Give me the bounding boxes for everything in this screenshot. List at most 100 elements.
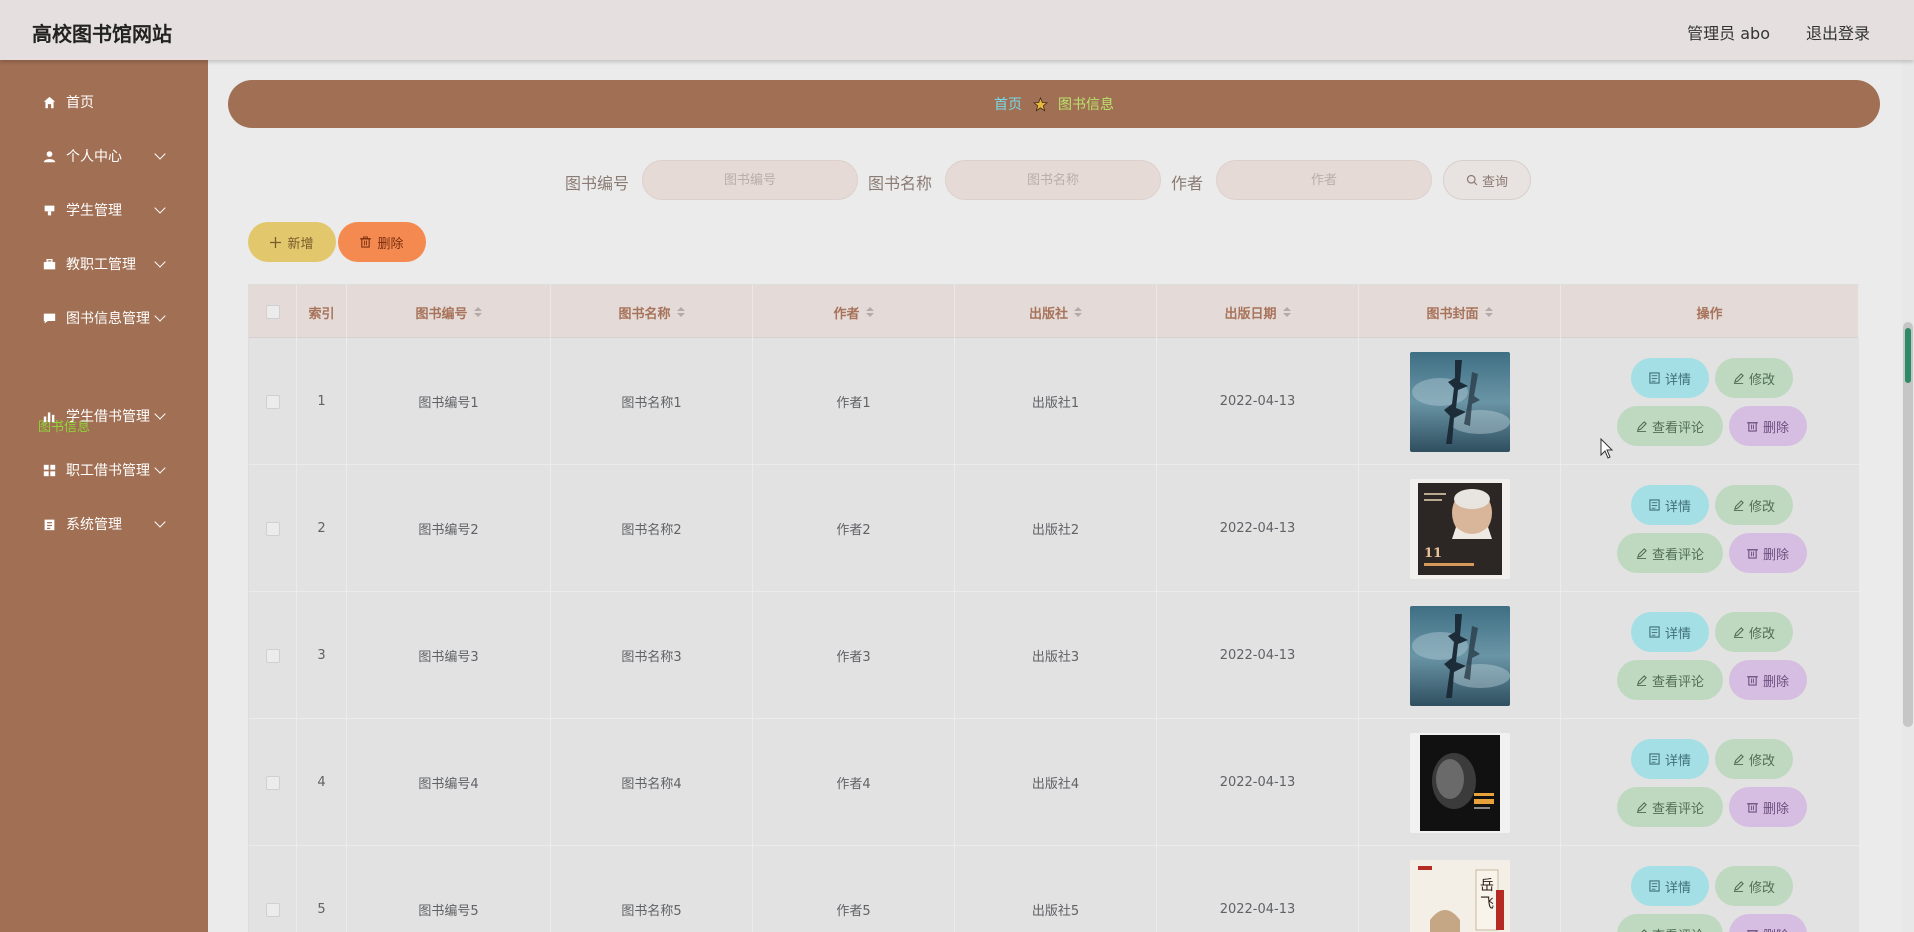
- cell-index-text: 5: [317, 902, 326, 917]
- cell-book-name-text: 图书名称4: [621, 777, 682, 792]
- column-header-publish-date[interactable]: 出版日期: [1157, 285, 1359, 339]
- view-comments-button[interactable]: 查看评论: [1617, 533, 1723, 573]
- sidebar-item-staff-borrow-management[interactable]: 职工借书管理: [0, 450, 208, 490]
- edit-button[interactable]: 修改: [1715, 739, 1793, 779]
- sort-icon[interactable]: [473, 307, 482, 317]
- select-all-checkbox[interactable]: [265, 305, 280, 319]
- sidebar-item-label: 图书信息管理: [66, 311, 150, 327]
- table-row: 5 图书编号5 图书名称5 作者5 出版社5 2022-04-13 岳飞 详情 修改 查看评…: [249, 846, 1859, 932]
- cell-publish-date: 2022-04-13: [1157, 592, 1359, 719]
- column-header-label: 操作: [1696, 306, 1723, 322]
- column-header-author[interactable]: 作者: [753, 285, 955, 339]
- detail-button[interactable]: 详情: [1631, 866, 1709, 906]
- trash-icon: [1746, 549, 1758, 559]
- delete-row-button-label: 删除: [1762, 801, 1789, 817]
- cell-book-no: 图书编号5: [347, 846, 551, 932]
- sidebar-item-book-info-management[interactable]: 图书信息管理: [0, 298, 208, 338]
- sort-icon[interactable]: [865, 307, 874, 317]
- search-input-book-no[interactable]: [642, 160, 858, 200]
- book-cover-image[interactable]: 11: [1409, 478, 1510, 579]
- mouse-cursor-icon: [1600, 438, 1614, 459]
- search-input-author[interactable]: [1216, 160, 1432, 200]
- page-scrollbar[interactable]: [1902, 60, 1914, 932]
- view-comments-button[interactable]: 查看评论: [1617, 406, 1723, 446]
- book-cover-image[interactable]: [1409, 605, 1510, 706]
- delete-row-button[interactable]: 删除: [1729, 533, 1807, 573]
- cell-author: 作者2: [753, 465, 955, 592]
- column-header-book-no[interactable]: 图书编号: [347, 285, 551, 339]
- delete-row-button[interactable]: 删除: [1729, 660, 1807, 700]
- chat-icon: [42, 311, 56, 325]
- view-comments-button-label: 查看评论: [1651, 547, 1704, 563]
- sort-icon[interactable]: [1074, 307, 1082, 317]
- row-checkbox[interactable]: [265, 648, 280, 663]
- sidebar-item-student-management[interactable]: 学生管理: [0, 190, 208, 230]
- table-row: 4 图书编号4 图书名称4 作者4 出版社4 2022-04-13 详情 修改 查看评论 …: [249, 719, 1859, 846]
- view-comments-button[interactable]: 查看评论: [1617, 914, 1723, 932]
- chevron-down-icon: [154, 148, 166, 160]
- cell-index-text: 3: [317, 648, 326, 663]
- column-header-publisher[interactable]: 出版社: [955, 285, 1157, 339]
- edit-button[interactable]: 修改: [1715, 485, 1793, 525]
- chevron-down-icon: [154, 408, 166, 420]
- cell-actions: 详情 修改 查看评论 删除: [1565, 719, 1859, 846]
- cell-cover: [1359, 719, 1561, 846]
- cell-author: 作者5: [753, 846, 955, 932]
- book-cover-image[interactable]: [1409, 732, 1510, 833]
- search-input-book-name[interactable]: [945, 160, 1161, 200]
- cell-book-no-text: 图书编号5: [418, 904, 479, 919]
- book-cover-image[interactable]: [1409, 351, 1510, 452]
- cell-select: [249, 719, 297, 846]
- pencil-icon: [1636, 547, 1647, 559]
- chevron-down-icon: [154, 310, 166, 322]
- delete-row-button[interactable]: 删除: [1729, 787, 1807, 827]
- pencil-icon: [1733, 372, 1744, 384]
- row-checkbox[interactable]: [265, 775, 280, 790]
- detail-button[interactable]: 详情: [1631, 358, 1709, 398]
- cell-publish-date-text: 2022-04-13: [1219, 394, 1296, 409]
- delete-row-button[interactable]: 删除: [1729, 914, 1807, 932]
- cell-index: 4: [297, 719, 347, 846]
- view-comments-button[interactable]: 查看评论: [1617, 787, 1723, 827]
- sort-icon[interactable]: [1282, 307, 1291, 317]
- column-header-cover[interactable]: 图书封面: [1359, 285, 1561, 339]
- row-checkbox[interactable]: [265, 521, 280, 536]
- sidebar-item-staff-management[interactable]: 教职工管理: [0, 244, 208, 284]
- sidebar-item-label: 个人中心: [66, 149, 122, 165]
- star-icon: [1032, 96, 1048, 112]
- detail-button[interactable]: 详情: [1631, 485, 1709, 525]
- edit-button[interactable]: 修改: [1715, 866, 1793, 906]
- search-button[interactable]: 查询: [1443, 160, 1531, 200]
- add-button[interactable]: 新增: [248, 222, 336, 262]
- logout-link[interactable]: 退出登录: [1806, 20, 1870, 44]
- detail-button[interactable]: 详情: [1631, 739, 1709, 779]
- column-header-book-name[interactable]: 图书名称: [551, 285, 753, 339]
- sidebar-item-student-borrow-management[interactable]: 学生借书管理: [0, 396, 208, 436]
- cell-select: [249, 465, 297, 592]
- view-comments-button-label: 查看评论: [1652, 925, 1704, 932]
- column-header-label: 出版社: [1028, 306, 1068, 322]
- top-header: 高校图书馆网站 管理员 abo 退出登录: [0, 0, 1914, 60]
- chevron-down-icon: [154, 462, 166, 474]
- column-header-label: 图书名称: [618, 306, 671, 322]
- cell-publish-date-text: 2022-04-13: [1219, 648, 1296, 663]
- book-cover-image[interactable]: 岳飞: [1409, 859, 1510, 932]
- row-checkbox[interactable]: [265, 394, 280, 409]
- delete-row-button[interactable]: 删除: [1729, 406, 1807, 446]
- sort-icon[interactable]: [1484, 307, 1493, 317]
- row-checkbox[interactable]: [265, 902, 280, 917]
- edit-button[interactable]: 修改: [1715, 612, 1793, 652]
- sidebar-item-system-management[interactable]: 系统管理: [0, 504, 208, 544]
- sidebar: 首页 个人中心 学生管理 教职工管理 图书信息管理 图书信息 学生借书管理 职工…: [0, 60, 208, 932]
- sidebar-item-home[interactable]: 首页: [0, 82, 208, 122]
- sort-icon[interactable]: [676, 307, 685, 317]
- cell-index: 1: [297, 338, 347, 465]
- view-comments-button[interactable]: 查看评论: [1617, 660, 1723, 700]
- breadcrumb-home-link[interactable]: 首页: [994, 94, 1022, 114]
- detail-button[interactable]: 详情: [1631, 612, 1709, 652]
- document-icon: [1649, 626, 1660, 638]
- batch-delete-button[interactable]: 删除: [338, 222, 426, 262]
- sidebar-item-personal-center[interactable]: 个人中心: [0, 136, 208, 176]
- batch-delete-button-label: 删除: [377, 236, 404, 252]
- edit-button[interactable]: 修改: [1715, 358, 1793, 398]
